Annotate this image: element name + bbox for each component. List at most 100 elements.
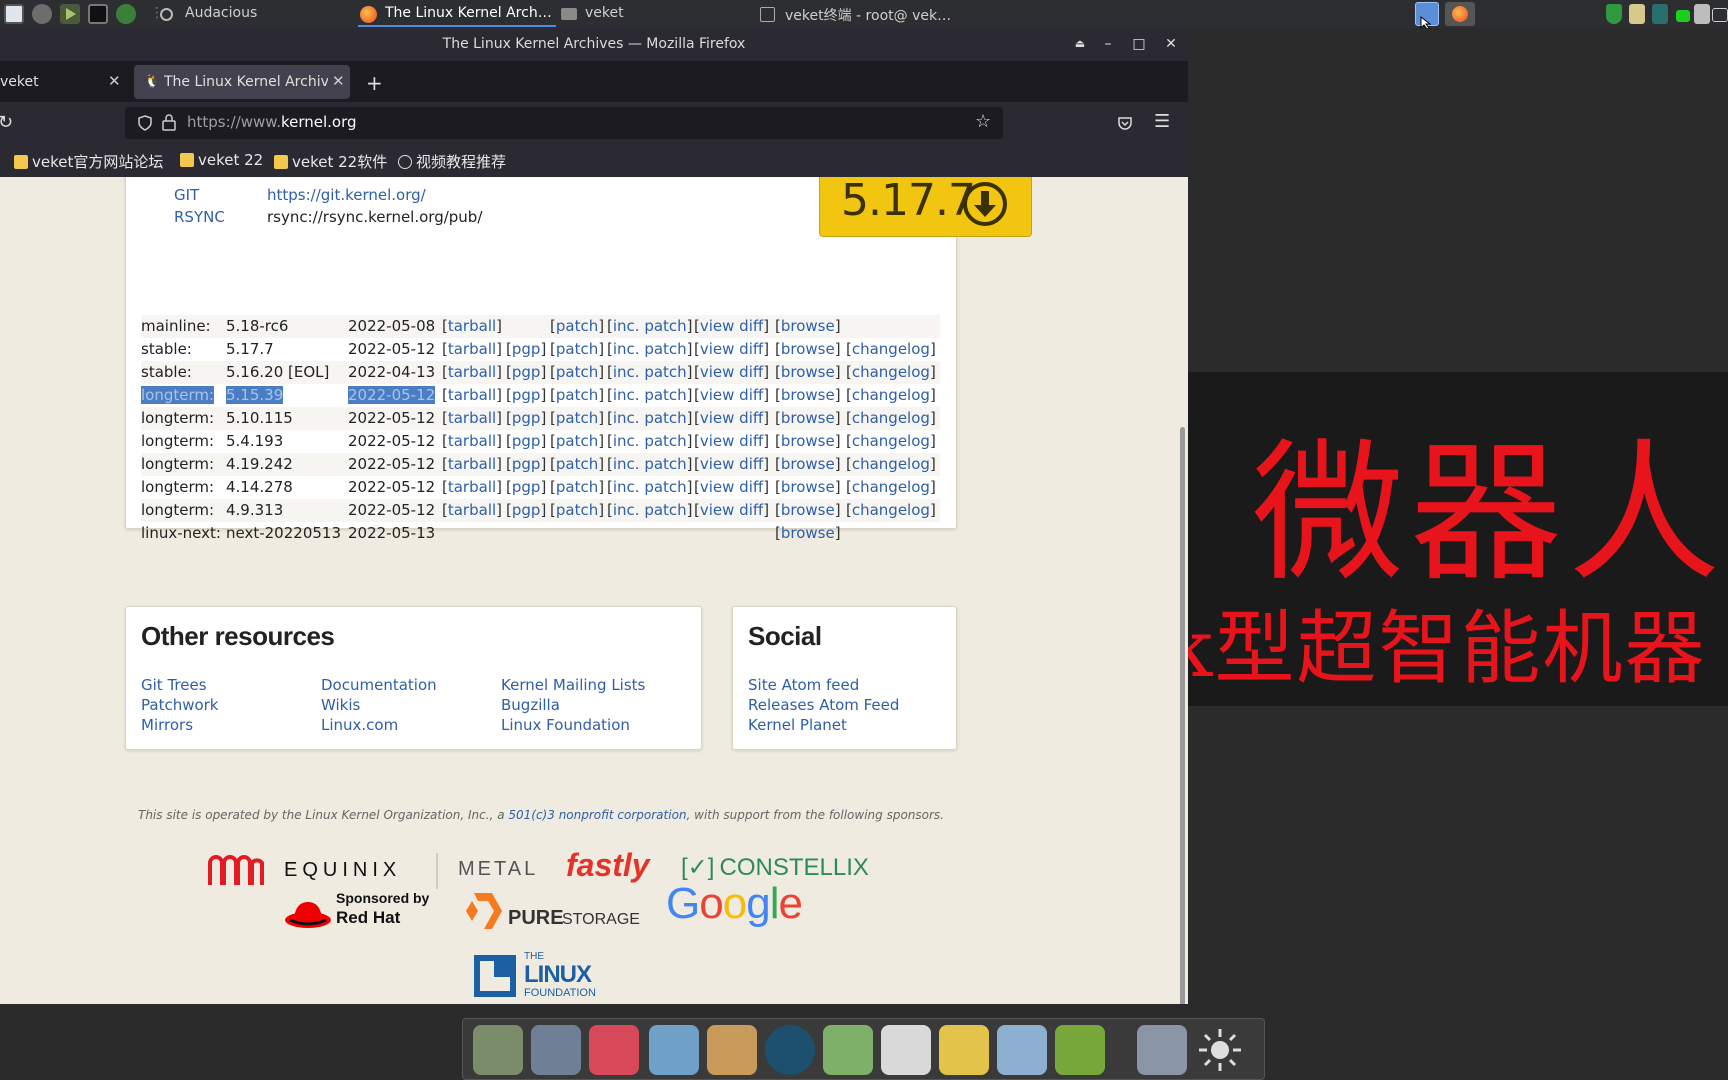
pocket-icon[interactable] bbox=[1117, 115, 1133, 131]
release-link-browse[interactable]: [browse] bbox=[775, 386, 841, 404]
release-link-patch[interactable]: [patch] bbox=[550, 409, 604, 427]
url-bar[interactable]: https://www.kernel.org ☆ bbox=[125, 107, 1003, 139]
release-link-browse[interactable]: [browse] bbox=[775, 501, 841, 519]
link-git-trees[interactable]: Git Trees bbox=[141, 676, 207, 694]
release-link-inc[interactable]: [inc. patch] bbox=[607, 409, 693, 427]
dock-drive-icon[interactable] bbox=[1137, 1025, 1187, 1075]
link-patchwork[interactable]: Patchwork bbox=[141, 696, 219, 714]
dock-media-icon[interactable] bbox=[765, 1025, 815, 1075]
release-link-changelog[interactable]: [changelog] bbox=[846, 340, 936, 358]
release-link-changelog[interactable]: [changelog] bbox=[846, 432, 936, 450]
release-link-browse[interactable]: [browse] bbox=[775, 340, 841, 358]
link-mirrors[interactable]: Mirrors bbox=[141, 716, 193, 734]
maximize-button[interactable]: □ bbox=[1130, 35, 1148, 53]
constellix-logo[interactable]: [✓] CONSTELLIX bbox=[681, 853, 869, 882]
shade-button[interactable]: ⏏ bbox=[1071, 35, 1089, 53]
tab-veket[interactable]: veket ✕ bbox=[0, 65, 126, 99]
dock-folder-icon[interactable] bbox=[939, 1025, 989, 1075]
release-link-changelog[interactable]: [changelog] bbox=[846, 409, 936, 427]
release-link-changelog[interactable]: [changelog] bbox=[846, 363, 936, 381]
close-tab-icon[interactable]: ✕ bbox=[332, 72, 345, 90]
link-kernel-mailing-lists[interactable]: Kernel Mailing Lists bbox=[501, 676, 645, 694]
release-link-inc[interactable]: [inc. patch] bbox=[607, 340, 693, 358]
link-linux-foundation[interactable]: Linux Foundation bbox=[501, 716, 630, 734]
release-link-tarball[interactable]: [tarball] bbox=[442, 409, 502, 427]
release-link-pgp[interactable]: [pgp] bbox=[506, 455, 546, 473]
release-link-changelog[interactable]: [changelog] bbox=[846, 455, 936, 473]
release-link-tarball[interactable]: [tarball] bbox=[442, 317, 502, 335]
release-link-pgp[interactable]: [pgp] bbox=[506, 478, 546, 496]
lock-icon[interactable] bbox=[162, 114, 176, 131]
release-link-inc[interactable]: [inc. patch] bbox=[607, 432, 693, 450]
bookmark-video-tutorials[interactable]: 视频教程推荐 bbox=[398, 151, 506, 172]
release-link-tarball[interactable]: [tarball] bbox=[442, 386, 502, 404]
release-link-patch[interactable]: [patch] bbox=[550, 432, 604, 450]
release-link-browse[interactable]: [browse] bbox=[775, 363, 841, 381]
release-link-inc[interactable]: [inc. patch] bbox=[607, 386, 693, 404]
release-link-inc[interactable]: [inc. patch] bbox=[607, 363, 693, 381]
task-terminal[interactable]: veket终端 - root@ vek… bbox=[785, 5, 951, 25]
battery-icon[interactable] bbox=[1676, 10, 1690, 22]
redhat-logo[interactable]: Sponsored by Red Hat bbox=[284, 890, 434, 932]
terminal-icon[interactable] bbox=[88, 4, 108, 24]
release-link-patch[interactable]: [patch] bbox=[550, 386, 604, 404]
window-titlebar[interactable]: The Linux Kernel Archives — Mozilla Fire… bbox=[0, 28, 1188, 61]
link-wikis[interactable]: Wikis bbox=[321, 696, 360, 714]
release-link-patch[interactable]: [patch] bbox=[550, 501, 604, 519]
link-site-atom-feed[interactable]: Site Atom feed bbox=[748, 676, 859, 694]
nonprofit-link[interactable]: 501(c)3 nonprofit corporation bbox=[508, 808, 686, 822]
release-link-changelog[interactable]: [changelog] bbox=[846, 386, 936, 404]
release-link-tarball[interactable]: [tarball] bbox=[442, 363, 502, 381]
metal-logo[interactable]: METAL bbox=[458, 858, 538, 881]
release-link-pgp[interactable]: [pgp] bbox=[506, 363, 546, 381]
dock-brightness-icon[interactable] bbox=[1195, 1025, 1245, 1075]
protocol-git-url[interactable]: https://git.kernel.org/ bbox=[267, 186, 426, 204]
dock-app-icon[interactable] bbox=[473, 1025, 523, 1075]
play-icon[interactable] bbox=[60, 4, 80, 24]
dock-chart-icon[interactable] bbox=[997, 1025, 1047, 1075]
linux-foundation-logo[interactable]: THE LINUX FOUNDATION bbox=[472, 951, 612, 1001]
release-link-patch[interactable]: [patch] bbox=[550, 478, 604, 496]
bookmark-star-icon[interactable]: ☆ bbox=[975, 111, 991, 132]
tab-kernel-org[interactable]: 🐧 The Linux Kernel Archive ✕ bbox=[134, 65, 350, 99]
globe-icon[interactable] bbox=[116, 4, 136, 24]
purestorage-logo[interactable]: PURE STORAGE bbox=[464, 891, 644, 933]
new-tab-button[interactable]: + bbox=[366, 71, 383, 95]
release-link-browse[interactable]: [browse] bbox=[775, 478, 841, 496]
release-link-patch[interactable]: [patch] bbox=[550, 455, 604, 473]
dock-monitor-icon[interactable] bbox=[531, 1025, 581, 1075]
release-link-pgp[interactable]: [pgp] bbox=[506, 340, 546, 358]
release-link-pgp[interactable]: [pgp] bbox=[506, 409, 546, 427]
link-bugzilla[interactable]: Bugzilla bbox=[501, 696, 560, 714]
task-firefox[interactable]: The Linux Kernel Arch… bbox=[385, 5, 552, 21]
release-link-inc[interactable]: [inc. patch] bbox=[607, 317, 693, 335]
release-link-inc[interactable]: [inc. patch] bbox=[607, 501, 693, 519]
release-link-patch[interactable]: [patch] bbox=[550, 317, 604, 335]
release-link-diff[interactable]: [view diff] bbox=[694, 455, 769, 473]
dock-tux-icon[interactable] bbox=[881, 1025, 931, 1075]
close-tab-icon[interactable]: ✕ bbox=[108, 72, 121, 90]
release-link-diff[interactable]: [view diff] bbox=[694, 363, 769, 381]
release-link-browse[interactable]: [browse] bbox=[775, 524, 841, 542]
release-link-patch[interactable]: [patch] bbox=[550, 363, 604, 381]
release-link-diff[interactable]: [view diff] bbox=[694, 501, 769, 519]
reload-icon[interactable]: ↻ bbox=[0, 112, 13, 133]
tracking-shield-icon[interactable] bbox=[137, 115, 153, 131]
shield-icon[interactable] bbox=[1606, 4, 1622, 24]
release-link-patch[interactable]: [patch] bbox=[550, 340, 604, 358]
release-link-changelog[interactable]: [changelog] bbox=[846, 478, 936, 496]
bookmark-veket-22[interactable]: veket 22 bbox=[180, 151, 263, 169]
release-link-browse[interactable]: [browse] bbox=[775, 455, 841, 473]
release-link-diff[interactable]: [view diff] bbox=[694, 409, 769, 427]
release-link-browse[interactable]: [browse] bbox=[775, 432, 841, 450]
release-link-changelog[interactable]: [changelog] bbox=[846, 501, 936, 519]
bookmark-veket-forum[interactable]: veket官方网站论坛 bbox=[14, 151, 163, 172]
link-kernel-planet[interactable]: Kernel Planet bbox=[748, 716, 847, 734]
task-audacious[interactable]: Audacious bbox=[185, 5, 257, 21]
latest-release-download-button[interactable]: 5.17.7 bbox=[819, 177, 1032, 237]
release-link-tarball[interactable]: [tarball] bbox=[442, 501, 502, 519]
fastly-logo[interactable]: fastly bbox=[566, 847, 650, 884]
dock-users-icon[interactable] bbox=[823, 1025, 873, 1075]
release-link-tarball[interactable]: [tarball] bbox=[442, 455, 502, 473]
equinix-logo[interactable]: EQUINIX bbox=[206, 849, 446, 893]
